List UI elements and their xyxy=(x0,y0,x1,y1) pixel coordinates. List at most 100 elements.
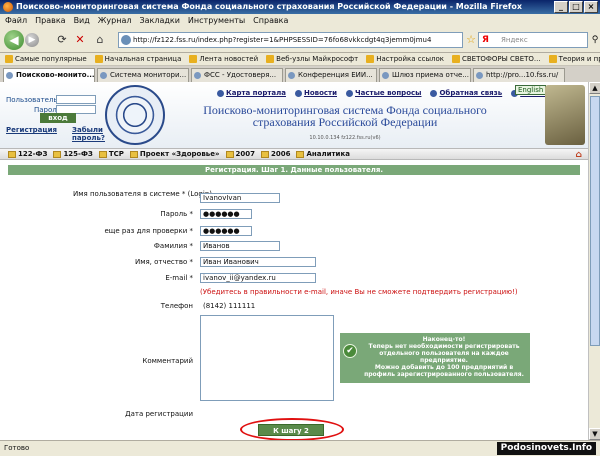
vertical-scrollbar[interactable]: ▲ ▼ xyxy=(588,82,600,440)
phone-label: Телефон xyxy=(160,302,193,310)
menu-view[interactable]: Вид xyxy=(74,14,90,27)
close-button[interactable]: × xyxy=(584,1,598,13)
bookmark-star-icon[interactable]: ☆ xyxy=(465,34,477,46)
watermark: Podosinovets.Info xyxy=(496,442,596,455)
info-notice: ✔ Наконец-то! Теперь нет необходимости р… xyxy=(340,333,530,383)
bookmark-item[interactable]: Веб-узлы Майкрософт xyxy=(266,53,358,65)
folder-icon xyxy=(129,150,138,158)
scroll-up-icon[interactable]: ▲ xyxy=(589,82,600,94)
lastname-field[interactable]: Иванов xyxy=(200,241,280,251)
folder-icon xyxy=(225,150,234,158)
email-field[interactable]: ivanov_ii@yandex.ru xyxy=(200,273,316,283)
next-step-button[interactable]: К шагу 2 xyxy=(258,424,324,436)
url-text: http://fz122.fss.ru/index.php?register=1… xyxy=(133,36,432,44)
menu-bar: Файл Правка Вид Журнал Закладки Инструме… xyxy=(0,14,600,27)
bookmark-item[interactable]: Теория и практика п... xyxy=(548,53,600,65)
section-menu-item[interactable]: 2006 xyxy=(260,149,290,159)
checkmark-icon: ✔ xyxy=(343,344,357,358)
site-header: Пользователь: Пароль: вход Регистрация З… xyxy=(0,82,588,148)
search-magnifier-icon[interactable]: ⚲ xyxy=(589,34,600,46)
scroll-thumb[interactable] xyxy=(590,96,600,346)
email-label: E-mail * xyxy=(165,274,193,282)
section-menu-item[interactable]: Проект «Здоровье» xyxy=(129,149,220,159)
tab-active[interactable]: Поисково-монито... xyxy=(3,68,95,82)
bookmark-icon xyxy=(451,55,460,63)
phone-field[interactable]: (8142) 111111 xyxy=(200,301,280,311)
register-link[interactable]: Регистрация xyxy=(6,126,57,134)
menu-bookmarks[interactable]: Закладки xyxy=(139,14,179,27)
bookmark-item[interactable]: Настройка ссылок xyxy=(366,53,444,65)
folder-icon xyxy=(260,150,269,158)
menu-history[interactable]: Журнал xyxy=(98,14,132,27)
status-text: Готово xyxy=(4,444,30,452)
english-link[interactable]: English xyxy=(515,85,547,95)
yandex-logo-icon: Я xyxy=(482,35,489,45)
home-page-icon[interactable]: ⌂ xyxy=(576,150,582,161)
top-links: Карта портала Новости Частые вопросы Обр… xyxy=(217,89,554,97)
bookmark-item[interactable]: Лента новостей xyxy=(189,53,258,65)
menu-file[interactable]: Файл xyxy=(5,14,27,27)
navigation-toolbar: ◀ ▶ ⟳ ✕ ⌂ http://fz122.fss.ru/index.php?… xyxy=(0,27,600,53)
password-confirm-field[interactable]: ●●●●●● xyxy=(200,226,252,236)
bookmark-icon xyxy=(366,55,375,63)
forward-button[interactable]: ▶ xyxy=(25,33,39,47)
folder-icon xyxy=(8,150,16,158)
stop-icon[interactable]: ✕ xyxy=(74,34,86,46)
folder-icon xyxy=(296,150,305,158)
login-button[interactable]: вход xyxy=(40,113,76,123)
folder-icon xyxy=(98,150,107,158)
comment-textarea[interactable] xyxy=(200,315,334,401)
bookmark-item[interactable]: Самые популярные xyxy=(5,53,87,65)
bookmark-icon xyxy=(94,55,103,63)
back-button[interactable]: ◀ xyxy=(4,30,24,50)
reload-icon[interactable]: ⟳ xyxy=(56,34,68,46)
lastname-label: Фамилия * xyxy=(153,242,193,250)
tab[interactable]: Система монитори... xyxy=(97,68,189,82)
faq-icon xyxy=(346,89,353,97)
home-icon[interactable]: ⌂ xyxy=(94,34,106,46)
window-title: Поисково-мониторинговая система Фонда со… xyxy=(16,2,523,11)
firstname-label: Имя, отчество * xyxy=(134,258,193,266)
helix-badge-image xyxy=(545,85,585,145)
tab[interactable]: Шлюз приема отче... xyxy=(379,68,471,82)
bookmarks-toolbar: Самые популярные Начальная страница Лент… xyxy=(0,53,600,66)
folder-icon xyxy=(53,150,62,158)
menu-edit[interactable]: Правка xyxy=(35,14,65,27)
notice-text: Теперь нет необходимости регистрировать … xyxy=(368,343,520,364)
password-field[interactable]: ●●●●●● xyxy=(200,209,252,219)
minimize-button[interactable]: _ xyxy=(554,1,568,13)
notice-title: Наконец-то! xyxy=(422,336,466,343)
menu-tools[interactable]: Инструменты xyxy=(188,14,245,27)
section-menu-item[interactable]: 125-ФЗ xyxy=(53,149,93,159)
faq-link[interactable]: Частые вопросы xyxy=(346,89,421,97)
tab-strip: Поисково-монито... Система монитори... Ф… xyxy=(0,66,600,82)
sitemap-link[interactable]: Карта портала xyxy=(217,89,286,97)
username-label: Пользователь: xyxy=(6,96,60,104)
feedback-link[interactable]: Обратная связь xyxy=(430,89,502,97)
section-menu-item[interactable]: Аналитика xyxy=(296,149,350,159)
maximize-button[interactable]: □ xyxy=(569,1,583,13)
login-label: Имя пользователя в системе * (Login) xyxy=(73,190,212,198)
section-menu-item[interactable]: ТСР xyxy=(98,149,124,159)
username-input[interactable] xyxy=(56,95,96,104)
tab[interactable]: ФСС - Удостоверя... xyxy=(191,68,283,82)
section-menu-item[interactable]: 2007 xyxy=(225,149,255,159)
login-field[interactable]: IvanovIvan xyxy=(200,193,280,203)
bookmark-item[interactable]: СВЕТОФОРЫ СВЕТО... xyxy=(451,53,541,65)
news-link[interactable]: Новости xyxy=(294,89,337,97)
tab[interactable]: Конференция ЕИИ... xyxy=(285,68,377,82)
section-menu-item[interactable]: 122-ФЗ xyxy=(8,149,47,159)
bookmark-icon xyxy=(548,55,557,63)
firefox-icon xyxy=(3,2,13,12)
comment-label: Комментарий xyxy=(142,357,193,365)
tab[interactable]: http://pro...10.fss.ru/ xyxy=(473,68,565,82)
password-field-label: Пароль * xyxy=(160,210,193,218)
scroll-down-icon[interactable]: ▼ xyxy=(589,428,600,440)
address-bar[interactable]: http://fz122.fss.ru/index.php?register=1… xyxy=(118,32,463,48)
firstname-field[interactable]: Иван Иванович xyxy=(200,257,316,267)
bookmark-item[interactable]: Начальная страница xyxy=(94,53,181,65)
menu-help[interactable]: Справка xyxy=(253,14,288,27)
password-confirm-label: еще раз для проверки * xyxy=(104,227,193,235)
search-input[interactable]: Я Яндекс xyxy=(478,32,588,48)
forgot-password-link[interactable]: Забыли пароль? xyxy=(72,126,105,142)
